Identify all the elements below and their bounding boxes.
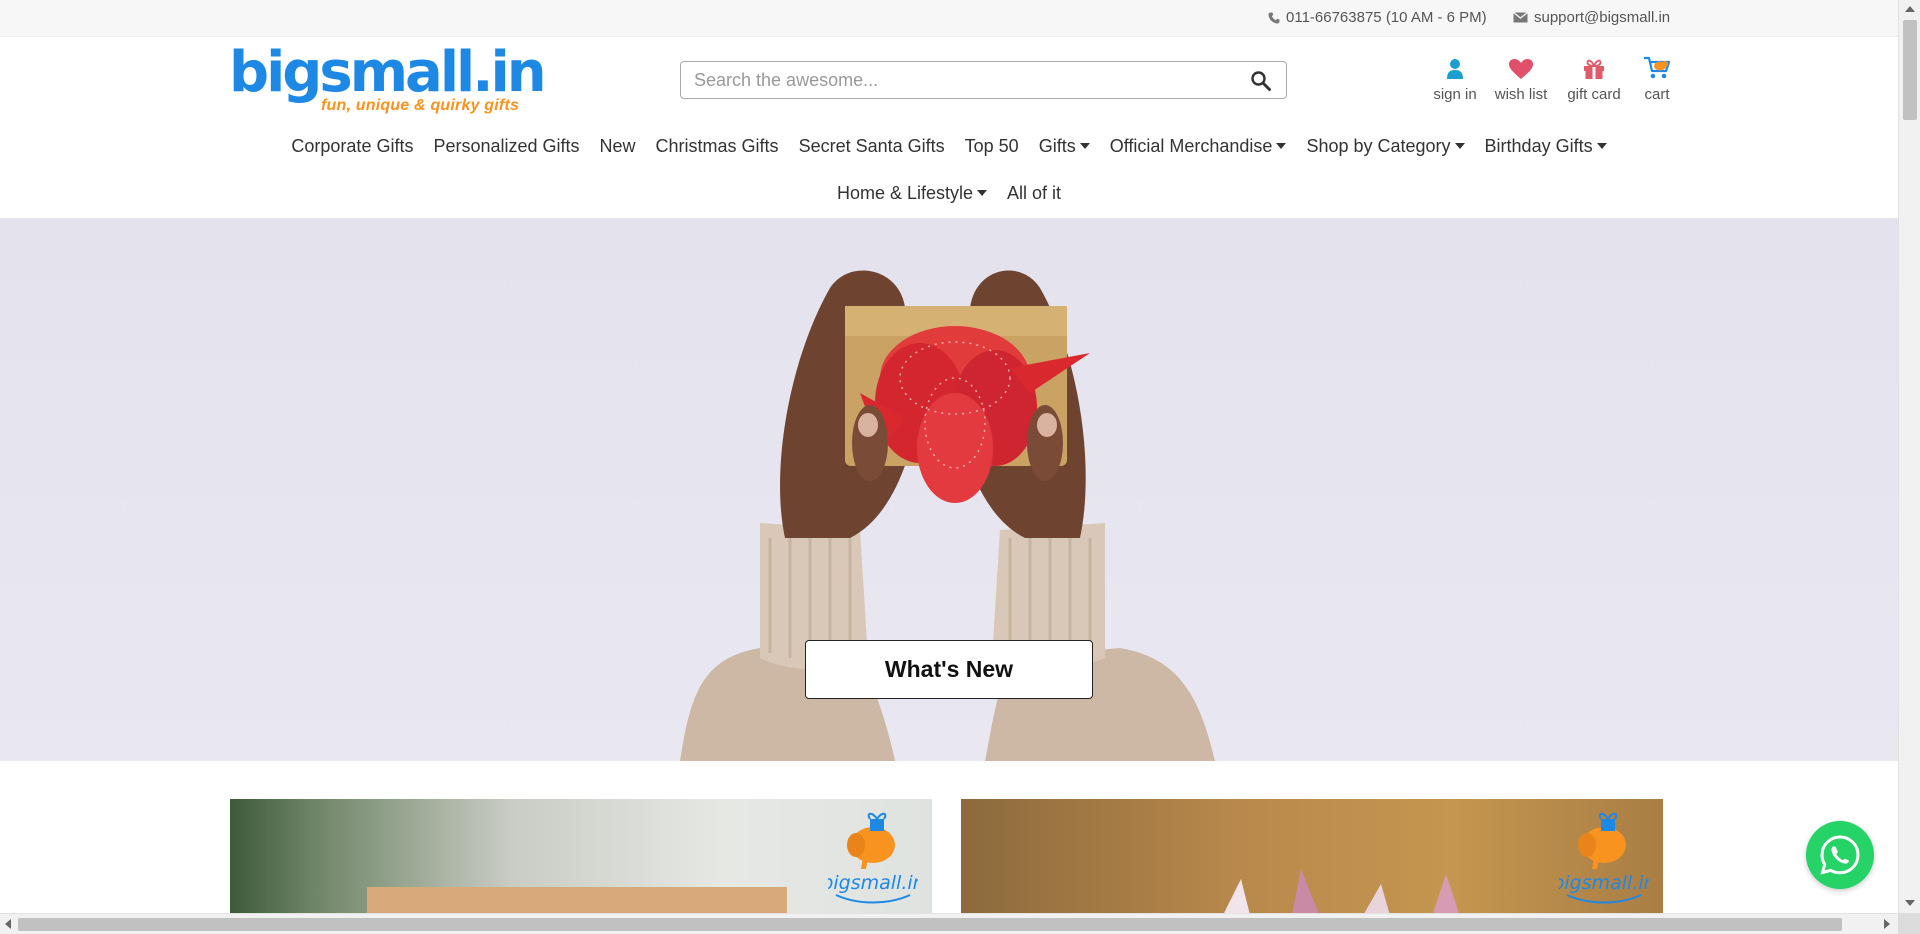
vertical-scroll-thumb[interactable] bbox=[1903, 20, 1917, 120]
whats-new-button[interactable]: What's New bbox=[805, 640, 1093, 699]
nav-label: Shop by Category bbox=[1306, 136, 1451, 156]
email-contact[interactable]: support@bigsmall.in bbox=[1513, 9, 1670, 26]
logo-tagline: fun, unique & quirky gifts bbox=[321, 97, 520, 114]
nav-corporate-gifts[interactable]: Corporate Gifts bbox=[281, 134, 423, 158]
svg-text:bigsmall.in: bigsmall.in bbox=[828, 872, 918, 894]
nav-label: Gifts bbox=[1038, 136, 1076, 156]
nav-label: Secret Santa Gifts bbox=[798, 136, 945, 156]
whatsapp-chat-button[interactable] bbox=[1806, 821, 1874, 889]
main-nav-row-1: Corporate Gifts Personalized Gifts New C… bbox=[0, 134, 1898, 158]
horizontal-scrollbar[interactable] bbox=[0, 913, 1898, 934]
nav-gifts-dropdown[interactable]: Gifts bbox=[1029, 134, 1100, 158]
nav-label: Official Merchandise bbox=[1109, 136, 1273, 156]
gift-card-link[interactable]: gift card bbox=[1563, 54, 1625, 103]
phone-icon bbox=[1268, 12, 1280, 23]
wish-list-label: wish list bbox=[1494, 86, 1548, 103]
promo-card-left[interactable]: bigsmall.in bbox=[230, 799, 932, 913]
scroll-up-arrow-icon[interactable] bbox=[1905, 6, 1915, 12]
nav-label: Birthday Gifts bbox=[1484, 136, 1593, 156]
cart-icon bbox=[1644, 56, 1671, 79]
search-bar bbox=[680, 61, 1287, 99]
caret-down-icon bbox=[1454, 143, 1465, 149]
scroll-down-arrow-icon[interactable] bbox=[1905, 900, 1915, 906]
nav-birthday-gifts-dropdown[interactable]: Birthday Gifts bbox=[1475, 134, 1617, 158]
nav-label: Personalized Gifts bbox=[433, 136, 580, 156]
nav-personalized-gifts[interactable]: Personalized Gifts bbox=[423, 134, 589, 158]
whatsapp-icon bbox=[1820, 835, 1860, 875]
phone-contact[interactable]: 011-66763875 (10 AM - 6 PM) bbox=[1268, 9, 1487, 26]
vertical-scrollbar[interactable] bbox=[1898, 0, 1920, 934]
logo-wordmark: bigsmall.in bbox=[229, 40, 547, 105]
elephant-logo-icon: bigsmall.in bbox=[1559, 812, 1649, 904]
search-input[interactable] bbox=[681, 62, 1241, 98]
main-nav-row-2: Home & Lifestyle All of it bbox=[0, 181, 1898, 205]
nav-label: Top 50 bbox=[964, 136, 1019, 156]
nav-all-of-it[interactable]: All of it bbox=[997, 181, 1071, 205]
user-icon bbox=[1447, 59, 1463, 79]
scroll-left-arrow-icon[interactable] bbox=[5, 919, 11, 929]
scroll-right-arrow-icon[interactable] bbox=[1884, 919, 1890, 929]
cart-label: cart bbox=[1644, 86, 1670, 103]
envelope-image bbox=[367, 887, 787, 913]
nav-official-merchandise-dropdown[interactable]: Official Merchandise bbox=[1100, 134, 1297, 158]
elephant-logo-icon: bigsmall.in bbox=[828, 812, 918, 904]
flowers-image bbox=[1224, 869, 1459, 913]
nav-top-50[interactable]: Top 50 bbox=[955, 134, 1029, 158]
nav-home-lifestyle-dropdown[interactable]: Home & Lifestyle bbox=[827, 181, 997, 205]
email-address: support@bigsmall.in bbox=[1534, 9, 1671, 26]
svg-text:bigsmall.in: bigsmall.in bbox=[1559, 872, 1649, 894]
site-logo[interactable]: bigsmall.in fun, unique & quirky gifts bbox=[229, 40, 547, 120]
nav-label: New bbox=[599, 136, 636, 156]
caret-down-icon bbox=[1276, 143, 1287, 149]
nav-new[interactable]: New bbox=[590, 134, 646, 158]
wish-list-link[interactable]: wish list bbox=[1490, 54, 1552, 103]
gift-icon bbox=[1584, 59, 1604, 79]
caret-down-icon bbox=[1079, 143, 1090, 149]
cart-link[interactable]: cart bbox=[1635, 54, 1679, 103]
heart-icon bbox=[1509, 59, 1533, 79]
nav-label: Christmas Gifts bbox=[655, 136, 779, 156]
nav-label: Corporate Gifts bbox=[291, 136, 414, 156]
nav-label: Home & Lifestyle bbox=[836, 183, 974, 203]
nav-shop-by-category-dropdown[interactable]: Shop by Category bbox=[1296, 134, 1474, 158]
nav-christmas-gifts[interactable]: Christmas Gifts bbox=[646, 134, 789, 158]
sign-in-label: sign in bbox=[1433, 86, 1477, 103]
gift-card-label: gift card bbox=[1567, 86, 1621, 103]
nav-label: All of it bbox=[1007, 183, 1062, 203]
caret-down-icon bbox=[977, 190, 988, 196]
top-utility-bar: 011-66763875 (10 AM - 6 PM) support@bigs… bbox=[0, 0, 1898, 37]
sign-in-link[interactable]: sign in bbox=[1430, 54, 1480, 103]
phone-number: 011-66763875 (10 AM - 6 PM) bbox=[1286, 9, 1487, 26]
nav-secret-santa-gifts[interactable]: Secret Santa Gifts bbox=[789, 134, 955, 158]
scrollbar-corner bbox=[1898, 913, 1920, 934]
horizontal-scroll-thumb[interactable] bbox=[18, 918, 1842, 931]
caret-down-icon bbox=[1596, 143, 1607, 149]
promo-card-right[interactable]: bigsmall.in bbox=[961, 799, 1663, 913]
search-icon[interactable] bbox=[1250, 70, 1272, 92]
envelope-icon bbox=[1513, 12, 1528, 23]
